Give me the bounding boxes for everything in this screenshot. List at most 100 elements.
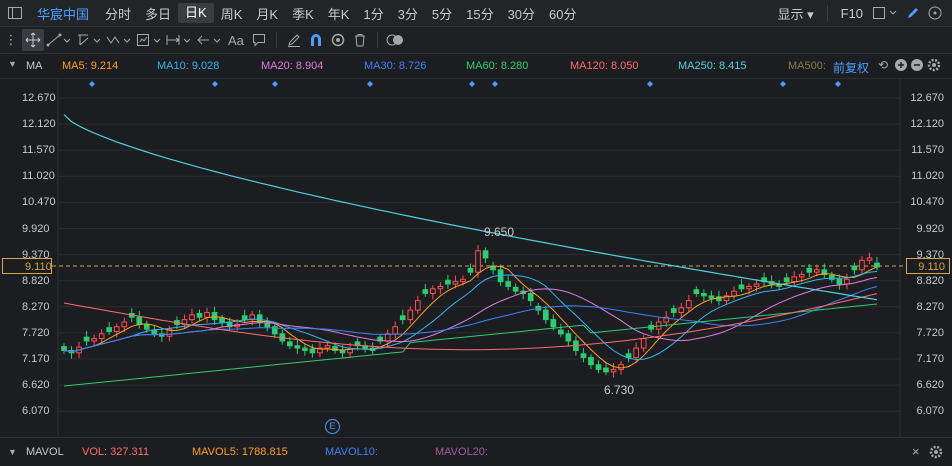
period-tab[interactable]: 3分	[391, 4, 425, 23]
eye-icon[interactable]	[327, 29, 349, 51]
period-tab[interactable]: 月K	[249, 4, 285, 23]
period-tab[interactable]: 30分	[501, 4, 542, 23]
candle-body	[106, 327, 113, 332]
remove-icon[interactable]	[910, 56, 924, 75]
candle-body	[685, 300, 692, 309]
settings-icon[interactable]	[926, 56, 942, 75]
candle-body	[731, 290, 737, 297]
reset-icon[interactable]: ⟲	[878, 58, 888, 72]
candle-body	[83, 336, 90, 342]
period-tab[interactable]: 多日	[138, 4, 178, 23]
period-tab[interactable]: 分时	[98, 4, 138, 23]
price-tag-right: 9.110	[906, 258, 950, 274]
display-dropdown[interactable]: 显示 ▾	[770, 4, 820, 23]
period-tab[interactable]: 60分	[542, 4, 583, 23]
sidebar-toggle-icon[interactable]	[4, 2, 26, 24]
range-tool-icon[interactable]	[164, 29, 194, 51]
candle-body	[542, 309, 549, 321]
wave-tool-icon[interactable]	[104, 29, 134, 51]
f10-button[interactable]: F10	[834, 6, 870, 21]
candle-body	[113, 326, 120, 332]
collapse-icon[interactable]: ▼	[8, 59, 17, 69]
candle-body	[806, 267, 813, 273]
marker-diamond	[212, 81, 218, 87]
channel-tool-icon[interactable]	[74, 29, 104, 51]
y-tick-label-right: 10.470	[910, 196, 944, 209]
more-tools-icon[interactable]: ⋮	[0, 29, 22, 51]
period-tab[interactable]: 1分	[356, 4, 390, 23]
collapse-icon[interactable]: ▼	[8, 447, 17, 457]
measure-tool-icon[interactable]	[134, 29, 164, 51]
settings-icon[interactable]	[928, 443, 944, 462]
mavol5-value: MAVOL5: 1788.815	[192, 446, 288, 458]
crosshair-icon[interactable]	[22, 29, 44, 51]
candle-body	[738, 284, 745, 290]
drawing-toolbar: ⋮ Aa	[0, 27, 952, 54]
trash-icon[interactable]	[349, 29, 371, 51]
period-tab[interactable]: 5分	[425, 4, 459, 23]
mavol20-value: MAVOL20:	[435, 446, 488, 458]
marker-diamond	[780, 81, 786, 87]
candle-body	[859, 259, 865, 271]
y-tick-label-left: 7.170	[22, 353, 50, 365]
candle-body	[844, 278, 850, 285]
display-label: 显示	[777, 6, 804, 22]
candle-body	[753, 283, 760, 287]
candle-body	[836, 278, 843, 285]
period-tab[interactable]: 日K	[178, 3, 214, 23]
text-tool-button[interactable]: Aa	[224, 33, 248, 48]
y-tick-label-left: 9.920	[22, 222, 50, 235]
y-tick-label-right: 12.670	[910, 92, 944, 104]
event-marker-label: E	[329, 421, 336, 431]
candle-body	[580, 353, 587, 359]
period-tab[interactable]: 15分	[459, 4, 500, 23]
ma20-value: MA20: 8.904	[261, 60, 324, 72]
add-icon[interactable]	[894, 56, 908, 75]
candle-body	[196, 312, 203, 318]
line-tool-icon[interactable]	[44, 29, 74, 51]
back-arrow-icon[interactable]	[194, 29, 224, 51]
divider	[376, 32, 378, 48]
y-tick-label-right: 7.720	[916, 326, 944, 339]
checkbox-dropdown-icon[interactable]	[870, 2, 902, 24]
comment-icon[interactable]	[248, 29, 270, 51]
ma60-line	[63, 303, 878, 387]
event-marker[interactable]: E	[325, 419, 340, 434]
candle-body	[407, 309, 414, 321]
kline-canvas[interactable]	[0, 79, 952, 437]
candle-body	[219, 317, 225, 323]
ma-label: MA	[26, 60, 43, 72]
close-icon[interactable]: ×	[912, 444, 920, 459]
period-tab[interactable]: 年K	[321, 4, 357, 23]
period-tab[interactable]: 季K	[285, 4, 321, 23]
candle-body	[91, 338, 97, 342]
kline-chart[interactable]: 12.670 12.120 11.570 11.020 10.470 9.920 9.370…	[0, 79, 952, 437]
pen-icon[interactable]	[902, 2, 924, 24]
candle-body	[286, 341, 293, 347]
more-icon[interactable]	[924, 2, 946, 24]
y-tick-label-left: 7.720	[22, 326, 50, 339]
toggle-icon[interactable]	[384, 29, 406, 51]
candle-body	[678, 307, 685, 313]
candle-body	[475, 250, 481, 273]
adjust-type-label[interactable]: 前复权	[833, 59, 869, 76]
ma30-value: MA30: 8.726	[364, 60, 427, 72]
candle-body	[708, 295, 715, 299]
candle-body	[482, 250, 489, 259]
candle-body	[610, 368, 617, 373]
pen-icon[interactable]	[283, 29, 305, 51]
price-tag-left: 9.110	[2, 258, 52, 274]
candle-body	[430, 288, 436, 295]
magnet-icon[interactable]	[305, 29, 327, 51]
ma60-value: MA60: 8.280	[466, 60, 529, 72]
candle-body	[557, 329, 564, 335]
marker-diamond	[647, 81, 653, 87]
candle-body	[309, 348, 316, 354]
period-tab[interactable]: 周K	[214, 4, 250, 23]
y-tick-label-right: 7.170	[916, 353, 944, 365]
candle-body	[670, 308, 677, 313]
candle-body	[595, 364, 602, 370]
candle-body	[693, 289, 700, 295]
stock-name[interactable]: 华宸中国	[30, 4, 96, 23]
ma10-value: MA10: 9.028	[157, 60, 220, 72]
